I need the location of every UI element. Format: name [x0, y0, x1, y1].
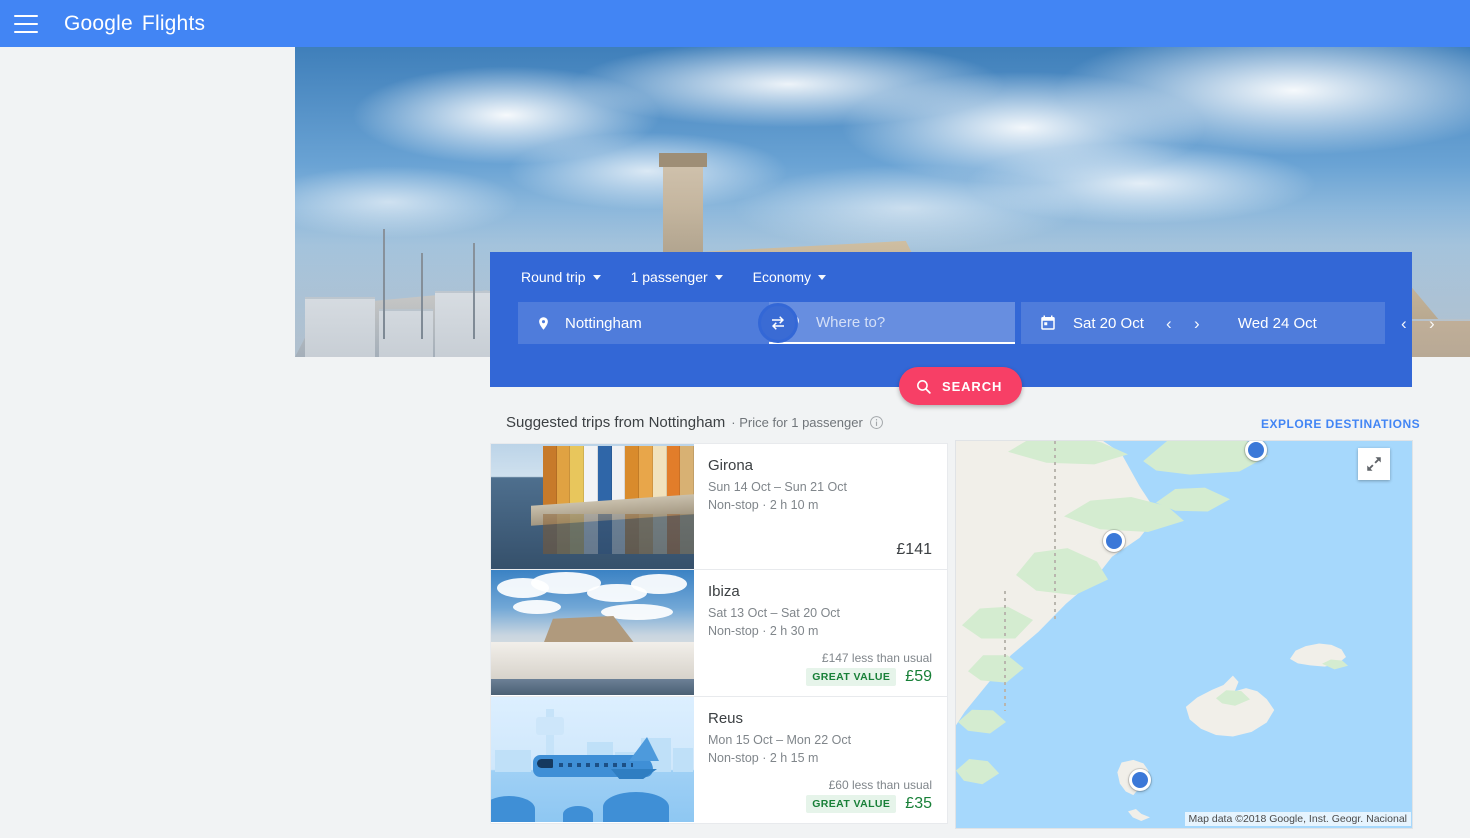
destination-input[interactable]: Where to?	[769, 302, 1015, 344]
calendar-icon	[1041, 315, 1055, 330]
destinations-map[interactable]: Map data ©2018 Google, Inst. Geogr. Naci…	[955, 440, 1413, 829]
trip-city: Reus	[708, 710, 744, 727]
cloud	[563, 806, 593, 822]
passengers-selector[interactable]: 1 passenger	[631, 269, 723, 285]
trip-dates: Sat 13 Oct – Sat 20 Oct	[708, 606, 841, 620]
search-icon	[917, 379, 931, 394]
trip-price-row: GREAT VALUE £59	[708, 668, 932, 686]
trip-price: £141	[896, 541, 932, 558]
flight-search-panel: Round trip 1 passenger Economy Nottingha…	[490, 252, 1435, 405]
trip-dates: Sun 14 Oct – Sun 21 Oct	[708, 480, 847, 494]
plane-windows	[559, 763, 633, 767]
app-brand: Google Flights	[64, 12, 205, 36]
dates-field[interactable]: Sat 20 Oct ‹ › Wed 24 Oct ‹ ›	[1021, 302, 1435, 344]
trip-card-footer: £60 less than usual GREAT VALUE £35	[708, 778, 932, 813]
trip-savings-note: £147 less than usual	[821, 651, 932, 665]
return-date-value: Wed 24 Oct	[1237, 314, 1317, 332]
passengers-label: 1 passenger	[630, 269, 708, 285]
depart-prev-day-button[interactable]: ‹	[1158, 309, 1180, 337]
trip-card-reus[interactable]: Reus Mon 15 Oct – Mon 22 Oct Non-stop · …	[490, 697, 948, 824]
ibiza-old-town	[491, 642, 694, 680]
depart-date-steppers: ‹ ›	[1158, 309, 1208, 337]
trip-card-body: Girona Sun 14 Oct – Sun 21 Oct Non-stop …	[694, 444, 947, 569]
trip-card-body: Reus Mon 15 Oct – Mon 22 Oct Non-stop · …	[694, 697, 947, 823]
trip-card-footer: £147 less than usual GREAT VALUE £59	[708, 651, 932, 686]
trip-price-row: GREAT VALUE £35	[708, 795, 932, 813]
return-date-steppers: ‹ ›	[1393, 309, 1443, 337]
cloud	[631, 574, 687, 594]
depart-date-value: Sat 20 Oct	[1073, 314, 1144, 332]
trip-card-footer: £141	[708, 541, 932, 559]
places-group: Nottingham Where to?	[518, 302, 1015, 344]
trip-savings-note: £60 less than usual	[828, 778, 932, 792]
cabin-class-label: Economy	[752, 269, 812, 285]
trip-type-selector[interactable]: Round trip	[521, 269, 601, 285]
search-button-label: SEARCH	[942, 378, 1003, 394]
explore-destinations-link[interactable]: EXPLORE DESTINATIONS	[1261, 417, 1420, 431]
chevron-down-icon	[714, 274, 723, 280]
trip-price: £35	[905, 795, 932, 812]
trip-details: Non-stop · 2 h 10 m	[708, 498, 819, 512]
map-marker-girona[interactable]	[1245, 441, 1267, 461]
map-border-line	[1004, 591, 1006, 711]
suggested-trips-list: Girona Sun 14 Oct – Sun 21 Oct Non-stop …	[490, 443, 948, 824]
ibiza-harbour	[491, 679, 694, 695]
trip-card-body: Ibiza Sat 13 Oct – Sat 20 Oct Non-stop ·…	[694, 570, 947, 696]
origin-value: Nottingham	[565, 314, 642, 332]
great-value-badge: GREAT VALUE	[806, 795, 897, 813]
trip-card-girona[interactable]: Girona Sun 14 Oct – Sun 21 Oct Non-stop …	[490, 443, 948, 570]
trip-dates: Mon 15 Oct – Mon 22 Oct	[708, 733, 852, 747]
info-icon[interactable]	[869, 415, 884, 430]
trip-city: Girona	[708, 457, 754, 474]
suggested-trips-header: Suggested trips from Nottingham · Price …	[506, 414, 884, 431]
suggested-trips-subtitle: · Price for 1 passenger	[731, 415, 863, 430]
trip-type-label: Round trip	[521, 269, 586, 285]
brand-flights: Flights	[141, 11, 206, 35]
location-pin-icon	[539, 316, 548, 330]
trip-city: Ibiza	[708, 583, 740, 600]
cloud	[491, 796, 535, 822]
plane-nose	[537, 759, 553, 768]
chevron-down-icon	[592, 274, 601, 280]
return-prev-day-button[interactable]: ‹	[1393, 309, 1415, 337]
brand-google: Google	[64, 11, 133, 35]
map-attribution: Map data ©2018 Google, Inst. Geogr. Naci…	[1184, 812, 1411, 826]
cloud	[513, 600, 561, 614]
great-value-badge: GREAT VALUE	[806, 668, 897, 686]
map-marker-reus[interactable]	[1103, 530, 1125, 552]
trip-price-row: £141	[708, 541, 932, 559]
suggested-trips-title: Suggested trips from Nottingham	[506, 414, 726, 431]
search-fields-row: Nottingham Where to? Sat 20 Oct ‹ › Wed …	[490, 302, 1435, 344]
trip-thumbnail	[491, 570, 694, 695]
chevron-down-icon	[818, 274, 827, 280]
map-border-line	[1054, 441, 1056, 621]
trip-price: £59	[905, 668, 932, 685]
airplane-icon	[533, 755, 657, 779]
return-next-day-button[interactable]: ›	[1421, 309, 1443, 337]
search-button[interactable]: SEARCH	[899, 367, 1023, 405]
top-app-bar: Google Flights	[0, 0, 1470, 47]
trip-card-ibiza[interactable]: Ibiza Sat 13 Oct – Sat 20 Oct Non-stop ·…	[490, 570, 948, 697]
cloud	[603, 792, 669, 822]
expand-fullscreen-icon	[1367, 457, 1381, 471]
swap-horizontal-icon	[772, 316, 784, 330]
depart-next-day-button[interactable]: ›	[1186, 309, 1208, 337]
map-marker-ibiza[interactable]	[1129, 769, 1151, 791]
trip-details: Non-stop · 2 h 30 m	[708, 624, 819, 638]
origin-input[interactable]: Nottingham	[518, 302, 769, 344]
swap-origin-destination-button[interactable]	[758, 303, 798, 343]
cabin-class-selector[interactable]: Economy	[752, 269, 827, 285]
hamburger-menu-icon[interactable]	[14, 14, 38, 33]
destination-placeholder: Where to?	[816, 313, 886, 331]
trip-thumbnail	[491, 697, 694, 822]
trip-details: Non-stop · 2 h 15 m	[708, 751, 819, 765]
trip-thumbnail	[491, 444, 694, 569]
search-options-row: Round trip 1 passenger Economy	[490, 252, 1412, 302]
map-expand-button[interactable]	[1358, 448, 1390, 480]
girona-reflection	[543, 514, 694, 554]
